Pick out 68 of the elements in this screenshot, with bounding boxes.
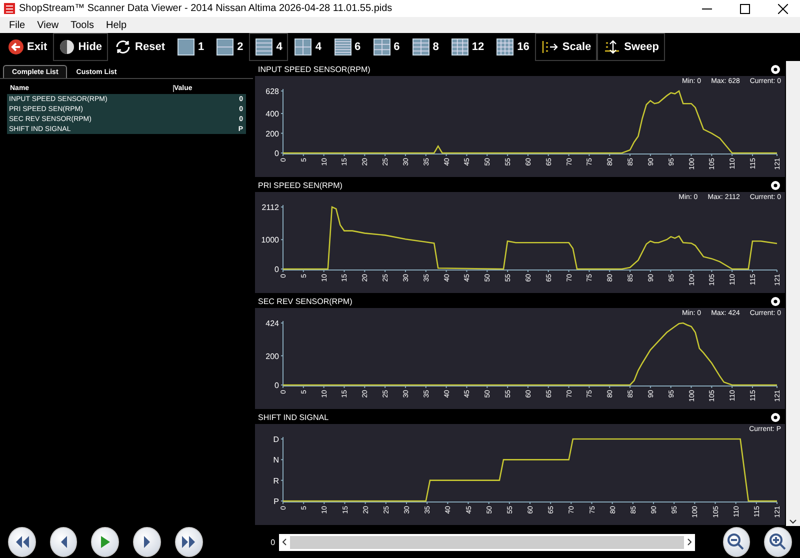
axis-tick-label: 424 bbox=[266, 319, 279, 328]
grid-layout-icon bbox=[334, 38, 352, 56]
app-icon bbox=[4, 3, 15, 14]
graph-title: INPUT SPEED SENSOR(RPM) bbox=[258, 64, 370, 74]
settings-icon[interactable] bbox=[771, 64, 780, 74]
axis-tick-label: D bbox=[273, 435, 279, 444]
left-arrow-icon bbox=[58, 535, 69, 549]
scroll-right-icon[interactable] bbox=[686, 538, 693, 546]
maximize-icon bbox=[740, 4, 750, 14]
close-icon bbox=[778, 4, 788, 14]
grid-layout-icon bbox=[412, 38, 430, 56]
next-button[interactable] bbox=[133, 527, 161, 557]
axis-tick-label: 2112 bbox=[262, 203, 279, 212]
toolbar-button[interactable]: 4 bbox=[249, 33, 288, 61]
scroll-left-icon[interactable] bbox=[281, 538, 288, 546]
grid-layout-icon bbox=[372, 38, 391, 56]
axis-tick-label: P bbox=[274, 497, 279, 506]
grid-layout-icon bbox=[177, 38, 195, 56]
menu-item[interactable]: File bbox=[3, 20, 32, 30]
right-arrow-icon bbox=[142, 535, 152, 549]
settings-icon[interactable] bbox=[771, 296, 780, 306]
menu-item[interactable]: View bbox=[31, 20, 65, 30]
axis-tick-label: N bbox=[273, 456, 279, 465]
zoom-in-icon bbox=[769, 533, 788, 551]
sweep-icon bbox=[603, 39, 622, 55]
last-button[interactable] bbox=[174, 527, 203, 557]
grid-layout-icon bbox=[496, 38, 514, 56]
previous-button[interactable] bbox=[50, 527, 78, 557]
double-right-arrow-icon bbox=[180, 535, 197, 549]
axis-tick-label: 1000 bbox=[261, 236, 279, 245]
axis-tick-label: R bbox=[273, 476, 279, 486]
toolbar-button[interactable]: Scale bbox=[535, 33, 598, 61]
toolbar-button[interactable]: Sweep bbox=[597, 33, 665, 61]
menu-item[interactable]: Help bbox=[100, 20, 133, 30]
horizontal-scrollbar[interactable] bbox=[279, 534, 695, 550]
graph-title: SEC REV SENSOR(RPM) bbox=[258, 296, 352, 306]
axis-tick-label: 400 bbox=[266, 110, 279, 118]
scale-icon bbox=[541, 39, 560, 55]
play-button[interactable] bbox=[91, 527, 120, 557]
window-title: ShopStream™ Scanner Data Viewer - 2014 Nissan Altima 2026-04-28 11.01.55.pids bbox=[19, 3, 394, 14]
axis-tick-label: 0 bbox=[274, 149, 279, 158]
refresh-icon bbox=[114, 39, 132, 55]
axis-tick-label: 200 bbox=[266, 129, 279, 138]
axis-tick-label: 0 bbox=[274, 381, 279, 390]
zoom-out-button[interactable] bbox=[722, 527, 750, 557]
graph-title: PRI SPEED SEN(RPM) bbox=[258, 180, 342, 190]
exit-icon bbox=[8, 39, 24, 55]
axis-tick-label: 628 bbox=[266, 87, 279, 96]
play-icon bbox=[99, 535, 112, 549]
toolbar-button[interactable]: Hide bbox=[53, 33, 108, 61]
axis-tick-label: 200 bbox=[266, 352, 279, 361]
zoom-in-button[interactable] bbox=[764, 527, 792, 557]
grid-layout-icon bbox=[294, 38, 312, 56]
position-label: 0 bbox=[270, 538, 276, 546]
grid-layout-icon bbox=[450, 38, 469, 56]
scroll-down-icon[interactable] bbox=[789, 518, 797, 526]
grid-layout-icon bbox=[255, 38, 274, 56]
settings-icon[interactable] bbox=[771, 180, 780, 190]
graph-title: SHIFT IND SIGNAL bbox=[258, 412, 329, 422]
axis-tick-label: 0 bbox=[274, 265, 279, 274]
half-circle-icon bbox=[59, 39, 76, 55]
first-button[interactable] bbox=[8, 527, 36, 557]
grid-layout-icon bbox=[216, 38, 234, 56]
double-left-arrow-icon bbox=[14, 535, 30, 549]
menu-item[interactable]: Tools bbox=[64, 20, 100, 30]
zoom-out-icon bbox=[727, 533, 746, 551]
settings-icon[interactable] bbox=[771, 412, 780, 422]
vertical-scrollbar[interactable] bbox=[786, 61, 800, 526]
